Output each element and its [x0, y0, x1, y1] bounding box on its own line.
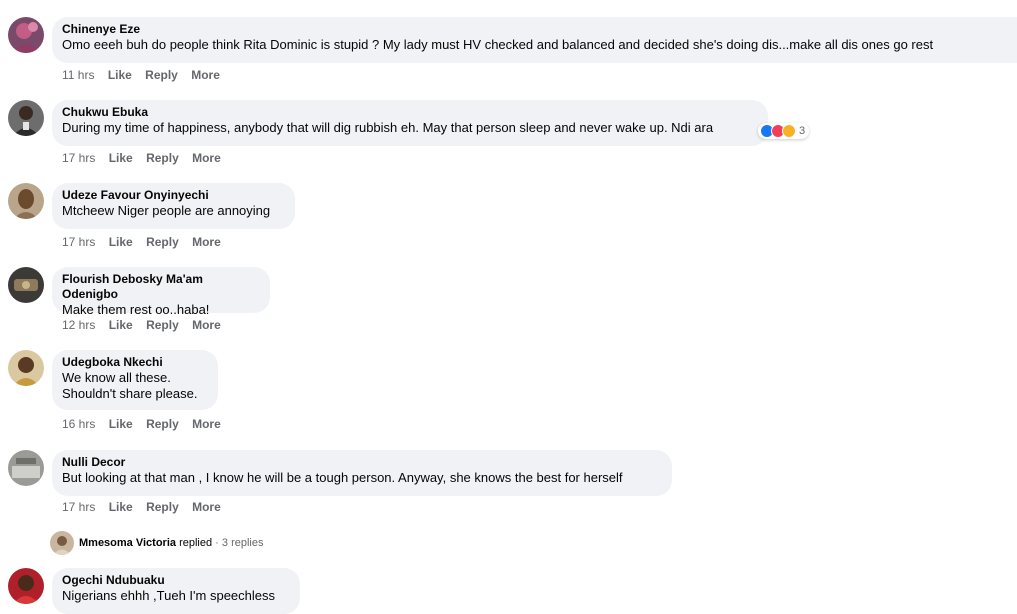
comment-actions: 17 hrs Like Reply More	[62, 235, 231, 249]
more-button[interactable]: More	[192, 318, 221, 332]
comment-timestamp[interactable]: 17 hrs	[62, 500, 95, 514]
like-button[interactable]: Like	[109, 318, 133, 332]
comment-author[interactable]: Nulli Decor	[62, 455, 662, 470]
reply-button[interactable]: Reply	[145, 68, 178, 82]
view-replies-link[interactable]: Mmesoma Victoria replied · 3 replies	[50, 531, 263, 555]
avatar[interactable]	[8, 183, 44, 219]
comment-timestamp[interactable]: 11 hrs	[62, 68, 94, 82]
comment-timestamp[interactable]: 17 hrs	[62, 151, 95, 165]
comment-text: Nigerians ehhh ,Tueh I'm speechless	[62, 588, 276, 603]
more-button[interactable]: More	[192, 500, 221, 514]
avatar[interactable]	[8, 17, 44, 53]
reply-button[interactable]: Reply	[146, 235, 179, 249]
care-reaction-icon	[782, 124, 796, 138]
like-button[interactable]: Like	[109, 151, 133, 165]
reaction-count: 3	[799, 125, 806, 137]
like-button[interactable]: Like	[109, 500, 133, 514]
comment-actions: 11 hrs Like Reply More	[62, 68, 230, 82]
like-button[interactable]: Like	[109, 235, 133, 249]
like-button[interactable]: Like	[109, 417, 133, 431]
comment-actions: 17 hrs Like Reply More	[62, 151, 231, 165]
more-button[interactable]: More	[191, 68, 220, 82]
comment-timestamp[interactable]: 16 hrs	[62, 417, 95, 431]
comment-actions: 16 hrs Like Reply More	[62, 417, 231, 431]
more-button[interactable]: More	[192, 417, 221, 431]
more-button[interactable]: More	[192, 151, 221, 165]
reply-button[interactable]: Reply	[146, 417, 179, 431]
separator: ·	[215, 537, 219, 549]
replier-avatar	[50, 531, 74, 555]
comment-bubble: Flourish Debosky Ma'am Odenigbo Make the…	[52, 267, 270, 317]
comment-timestamp[interactable]: 17 hrs	[62, 235, 95, 249]
avatar[interactable]	[8, 267, 44, 303]
reply-button[interactable]: Reply	[146, 318, 179, 332]
comment-actions: 17 hrs Like Reply More	[62, 500, 231, 514]
more-button[interactable]: More	[192, 235, 221, 249]
comment-timestamp[interactable]: 12 hrs	[62, 318, 95, 332]
replier-name: Mmesoma Victoria	[79, 537, 177, 549]
comment-bubble: Ogechi Ndubuaku Nigerians ehhh ,Tueh I'm…	[52, 568, 300, 614]
avatar[interactable]	[8, 568, 44, 604]
like-button[interactable]: Like	[108, 68, 132, 82]
comment-text: Mtcheew Niger people are annoying	[62, 203, 271, 218]
avatar[interactable]	[8, 450, 44, 486]
comment-author[interactable]: Ogechi Ndubuaku	[62, 573, 290, 588]
comment-text: Make them rest oo..haba!	[62, 302, 210, 317]
comment-actions: 12 hrs Like Reply More	[62, 318, 231, 332]
comment-text: Omo eeeh buh do people think Rita Domini…	[62, 37, 934, 52]
comment-bubble: Udeze Favour Onyinyechi Mtcheew Niger pe…	[52, 183, 295, 229]
comment-author[interactable]: Chinenye Eze	[62, 22, 1017, 37]
comment-bubble: Chukwu Ebuka During my time of happiness…	[52, 100, 768, 146]
comment-author[interactable]: Flourish Debosky Ma'am Odenigbo	[62, 272, 260, 302]
comment-author[interactable]: Chukwu Ebuka	[62, 105, 758, 120]
comment-text: During my time of happiness, anybody tha…	[62, 120, 714, 135]
reply-button[interactable]: Reply	[146, 151, 179, 165]
avatar[interactable]	[8, 100, 44, 136]
comment-text-line: We know all these.	[62, 370, 171, 385]
comment-author[interactable]: Udeze Favour Onyinyechi	[62, 188, 285, 203]
avatar[interactable]	[8, 350, 44, 386]
comment-text-line: Shouldn't share please.	[62, 386, 198, 401]
reply-count: 3 replies	[221, 537, 264, 549]
replied-label: replied	[179, 537, 213, 549]
reactions-summary[interactable]: 3	[758, 123, 810, 139]
comment-bubble: Udegboka Nkechi We know all these. Shoul…	[52, 350, 218, 410]
comment-author[interactable]: Udegboka Nkechi	[62, 355, 208, 370]
comment-bubble: Nulli Decor But looking at that man , I …	[52, 450, 672, 496]
comment-bubble: Chinenye Eze Omo eeeh buh do people thin…	[52, 17, 1017, 63]
comment-text: But looking at that man , I know he will…	[62, 470, 623, 485]
reply-button[interactable]: Reply	[146, 500, 179, 514]
